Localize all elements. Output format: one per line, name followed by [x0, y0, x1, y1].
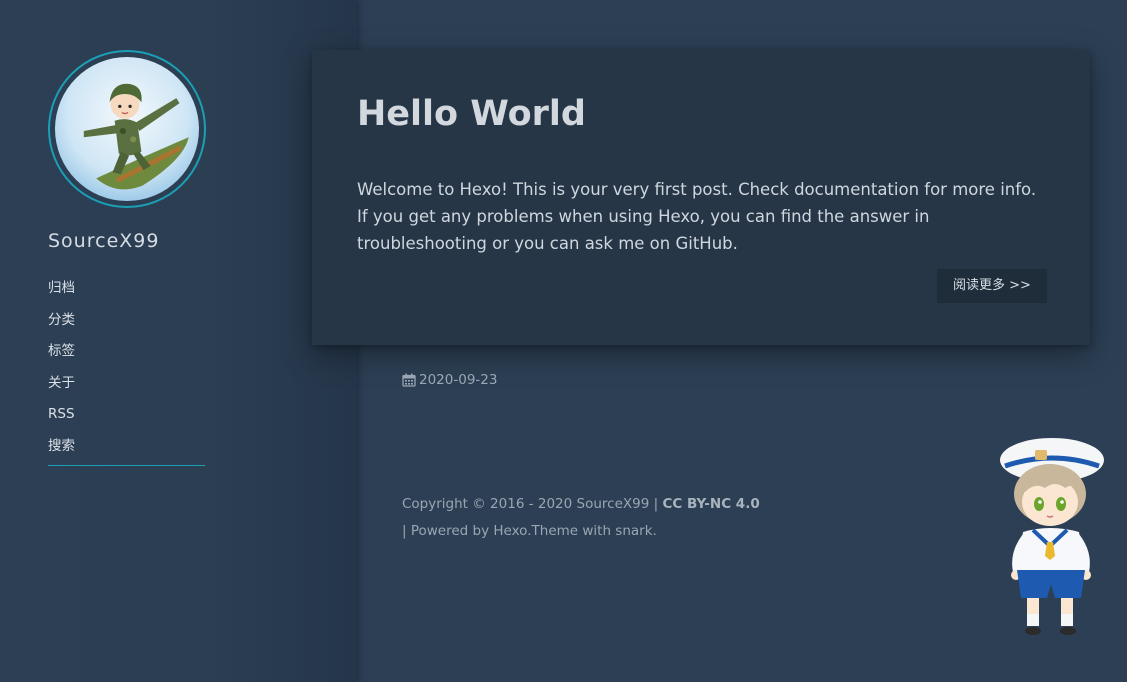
footer-powered-line: | Powered by Hexo.Theme with snark. — [402, 518, 760, 545]
sailor-mascot-icon[interactable] — [995, 432, 1110, 642]
read-more-button[interactable]: 阅读更多 >> — [937, 269, 1047, 303]
post-date-text: 2020-09-23 — [419, 372, 498, 388]
footer-theme-text: .Theme with snark. — [527, 523, 657, 539]
nav-item-about[interactable]: 关于 — [48, 371, 205, 403]
soldier-avatar-icon[interactable] — [55, 57, 199, 201]
footer-powered-prefix: | Powered by — [402, 523, 490, 539]
site-name[interactable]: SourceX99 — [48, 230, 159, 252]
post-title[interactable]: Hello World — [357, 94, 586, 134]
nav-item-archive[interactable]: 归档 — [48, 276, 205, 308]
post-date: 2020-09-23 — [402, 372, 497, 388]
footer-hexo-link[interactable]: Hexo — [493, 523, 527, 539]
nav-item-rss[interactable]: RSS — [48, 402, 205, 434]
footer-license-link[interactable]: CC BY-NC 4.0 — [662, 496, 759, 512]
nav-item-categories[interactable]: 分类 — [48, 308, 205, 340]
post-card: Hello World Welcome to Hexo! This is you… — [312, 50, 1090, 345]
footer-copyright-line: Copyright © 2016 - 2020 SourceX99 | CC B… — [402, 491, 760, 518]
nav-item-search[interactable]: 搜索 — [48, 434, 205, 466]
calendar-icon — [402, 373, 416, 387]
sidebar: SourceX99 归档 分类 标签 关于 RSS 搜索 — [0, 0, 357, 682]
sidebar-nav: 归档 分类 标签 关于 RSS 搜索 — [48, 276, 205, 466]
footer: Copyright © 2016 - 2020 SourceX99 | CC B… — [402, 491, 760, 545]
footer-copyright: Copyright © 2016 - 2020 SourceX99 | — [402, 496, 659, 512]
post-excerpt: Welcome to Hexo! This is your very first… — [357, 180, 1037, 253]
nav-item-tags[interactable]: 标签 — [48, 339, 205, 371]
avatar-ring — [48, 50, 206, 208]
